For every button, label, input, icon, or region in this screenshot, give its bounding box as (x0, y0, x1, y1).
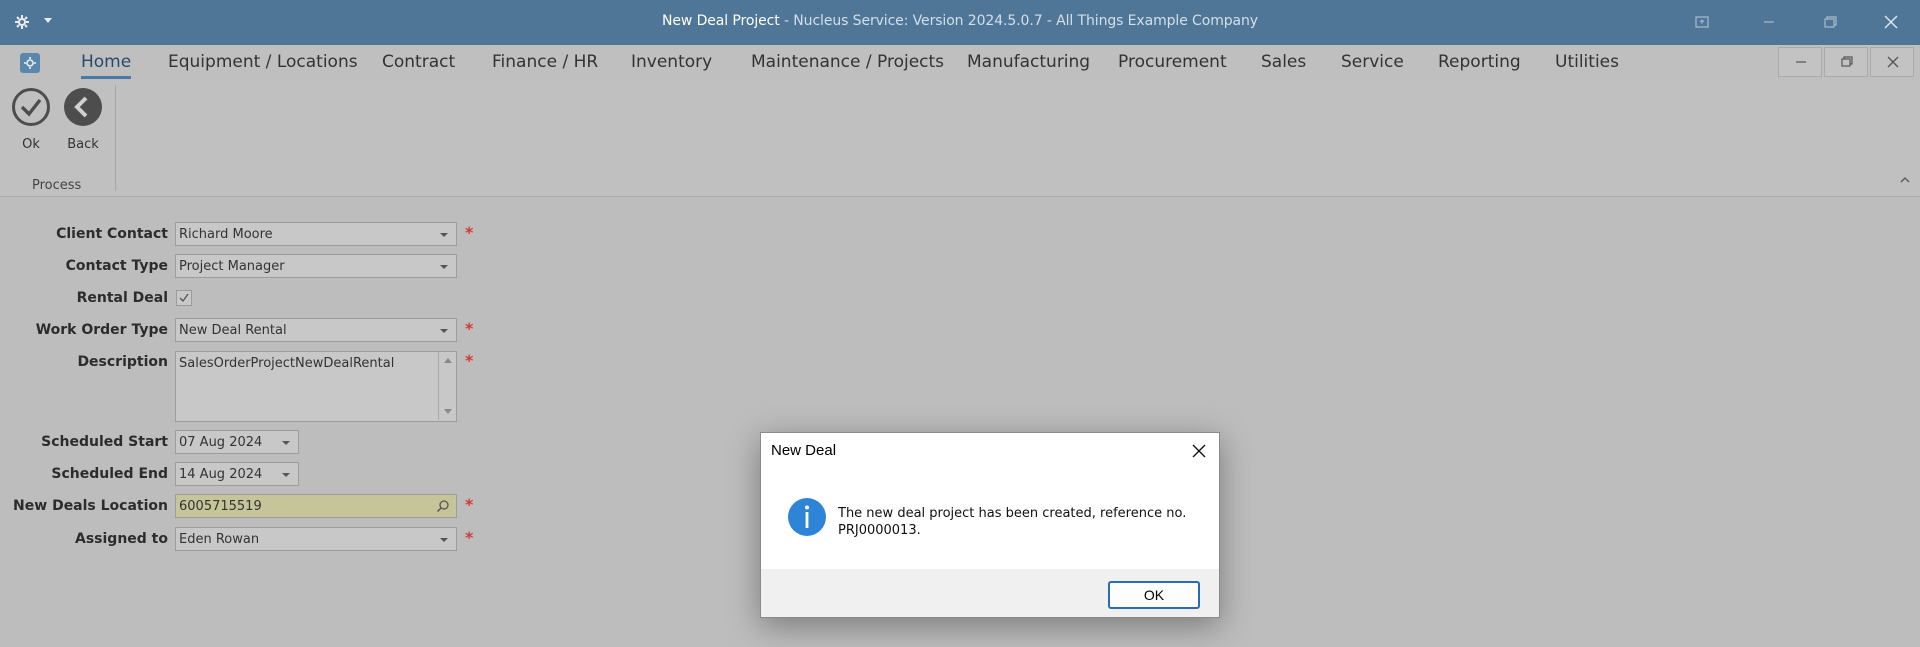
required-mark: * (465, 528, 474, 547)
menu-maintenance-projects[interactable]: Maintenance / Projects (751, 52, 944, 72)
contact-type-value: Project Manager (179, 259, 285, 274)
menu-manufacturing[interactable]: Manufacturing (967, 52, 1090, 72)
maximize-icon[interactable] (1820, 12, 1840, 32)
scheduled-start-label: Scheduled Start (41, 434, 168, 450)
back-arrow-icon (64, 88, 102, 126)
chevron-down-icon[interactable] (282, 441, 290, 445)
menu-home[interactable]: Home (81, 52, 132, 79)
ribbon: Ok Back Process (0, 81, 1920, 197)
menu-procurement[interactable]: Procurement (1118, 52, 1227, 72)
dialog-footer: OK (761, 569, 1219, 617)
window-title-main: New Deal Project (662, 13, 780, 29)
client-contact-label: Client Contact (56, 226, 168, 242)
description-value: SalesOrderProjectNewDealRental (179, 356, 395, 371)
menu-inventory[interactable]: Inventory (631, 52, 712, 72)
menu-service[interactable]: Service (1341, 52, 1404, 72)
search-icon[interactable] (436, 499, 450, 513)
window-title-rest: - Nucleus Service: Version 2024.5.0.7 - … (779, 13, 1258, 29)
description-label: Description (77, 354, 168, 370)
check-circle-icon (12, 88, 50, 126)
mdi-minimize-button[interactable] (1778, 47, 1822, 77)
work-order-type-label: Work Order Type (35, 322, 168, 338)
mdi-restore-button[interactable] (1824, 47, 1868, 77)
ok-button[interactable]: OK (1108, 581, 1200, 609)
scheduled-end-value: 14 Aug 2024 (179, 467, 263, 482)
collapse-ribbon-icon[interactable] (1898, 173, 1912, 187)
dialog-message: The new deal project has been created, r… (838, 506, 1187, 538)
menu-sales[interactable]: Sales (1261, 52, 1306, 72)
contact-type-field[interactable]: Project Manager (175, 254, 457, 278)
close-icon[interactable] (1191, 443, 1207, 459)
new-deals-location-label: New Deals Location (13, 498, 168, 514)
app-menu-icon[interactable] (20, 53, 40, 73)
scroll-up-icon[interactable] (444, 358, 452, 363)
scheduled-end-field[interactable]: 14 Aug 2024 (175, 462, 299, 486)
close-window-icon[interactable] (1881, 12, 1901, 32)
description-textarea[interactable]: SalesOrderProjectNewDealRental (175, 351, 457, 422)
ribbon-group-separator (115, 85, 116, 191)
chevron-down-icon[interactable] (440, 233, 448, 237)
new-deals-location-value: 6005715519 (179, 499, 262, 514)
scheduled-start-value: 07 Aug 2024 (179, 435, 263, 450)
new-deals-location-field[interactable]: 6005715519 (175, 494, 457, 518)
required-mark: * (465, 495, 474, 514)
scheduled-end-label: Scheduled End (51, 466, 168, 482)
work-order-type-field[interactable]: New Deal Rental (175, 318, 457, 342)
info-icon (788, 498, 826, 536)
rental-deal-checkbox[interactable] (176, 290, 192, 306)
back-ribbon-label: Back (67, 137, 99, 152)
contact-type-label: Contact Type (65, 258, 168, 274)
assigned-to-field[interactable]: Eden Rowan (175, 527, 457, 551)
scroll-down-icon[interactable] (444, 409, 452, 414)
chevron-down-icon[interactable] (440, 329, 448, 333)
ribbon-group-label: Process (32, 178, 82, 193)
dialog-body: The new deal project has been created, r… (761, 469, 1219, 569)
work-order-type-value: New Deal Rental (179, 323, 287, 338)
checkmark-icon (179, 293, 189, 303)
menu-reporting[interactable]: Reporting (1438, 52, 1521, 72)
menu-equipment-locations[interactable]: Equipment / Locations (168, 52, 358, 72)
chevron-down-icon[interactable] (440, 538, 448, 542)
menu-bar: Home Equipment / Locations Contract Fina… (0, 45, 1920, 81)
scheduled-start-field[interactable]: 07 Aug 2024 (175, 430, 299, 454)
menu-contract[interactable]: Contract (382, 52, 455, 72)
ok-ribbon-label: Ok (22, 137, 40, 152)
minimize-icon[interactable] (1759, 12, 1779, 32)
assigned-to-label: Assigned to (75, 531, 168, 547)
dialog-title-bar: New Deal (761, 433, 1219, 469)
restore-layout-icon[interactable] (1692, 12, 1712, 32)
client-contact-field[interactable]: Richard Moore (175, 222, 457, 246)
required-mark: * (465, 223, 474, 242)
client-contact-value: Richard Moore (179, 227, 273, 242)
required-mark: * (465, 319, 474, 338)
menu-finance-hr[interactable]: Finance / HR (492, 52, 598, 72)
new-deal-dialog: New Deal The new deal project has been c… (760, 432, 1220, 618)
ok-ribbon-button[interactable]: Ok (7, 87, 55, 152)
title-bar: New Deal Project - Nucleus Service: Vers… (0, 0, 1920, 45)
chevron-down-icon[interactable] (440, 265, 448, 269)
assigned-to-value: Eden Rowan (179, 532, 260, 547)
window-title: New Deal Project - Nucleus Service: Vers… (0, 13, 1920, 29)
rental-deal-label: Rental Deal (76, 290, 168, 306)
mdi-close-button[interactable] (1870, 47, 1914, 77)
description-scrollbar[interactable] (438, 352, 456, 420)
required-mark: * (465, 351, 474, 370)
back-ribbon-button[interactable]: Back (59, 87, 107, 152)
menu-utilities[interactable]: Utilities (1555, 52, 1619, 72)
chevron-down-icon[interactable] (282, 473, 290, 477)
dialog-title: New Deal (771, 442, 837, 459)
